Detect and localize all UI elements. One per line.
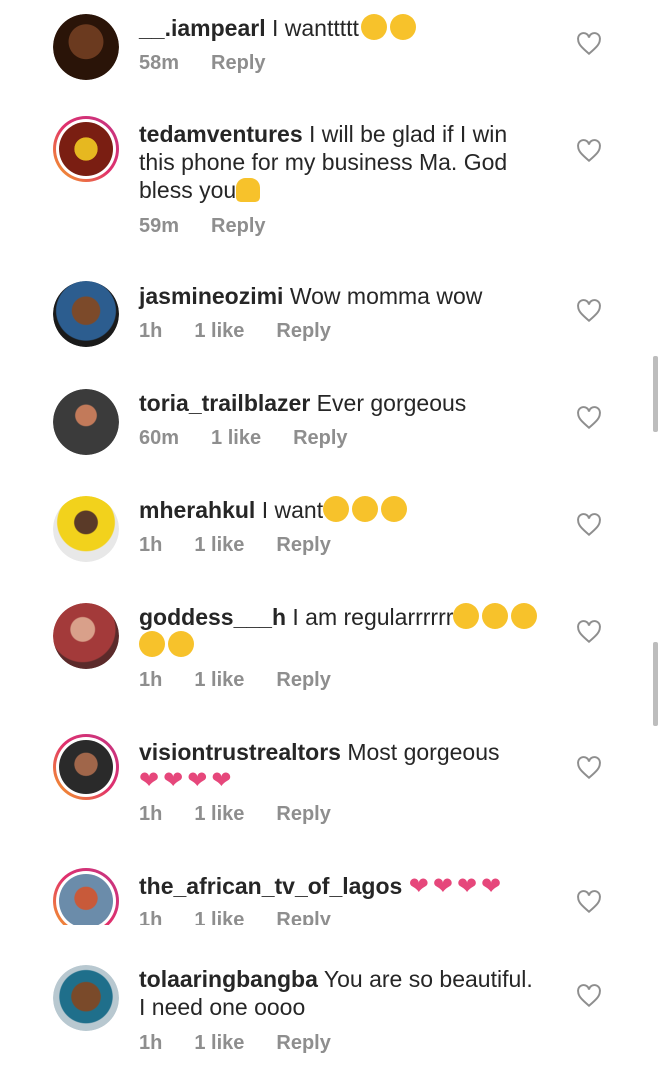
- comment-username[interactable]: tolaaringbangba: [139, 966, 318, 992]
- avatar[interactable]: [53, 965, 119, 1031]
- comment-username[interactable]: the_african_tv_of_lagos: [139, 873, 402, 899]
- comment-time: 1h: [139, 909, 163, 925]
- likes-count[interactable]: 1 like: [194, 1032, 244, 1054]
- scrollbar-thumb[interactable]: [653, 356, 658, 432]
- pink-heart-emoji: ❤: [432, 873, 453, 900]
- comment-text: the_african_tv_of_lagos ❤ ❤ ❤ ❤: [139, 872, 559, 901]
- reply-button[interactable]: Reply: [276, 1032, 330, 1054]
- scrollbar-thumb[interactable]: [653, 642, 658, 726]
- comment-text: tolaaringbangba You are so beautiful. I …: [139, 965, 544, 1021]
- heart-outline-icon[interactable]: [576, 984, 602, 1008]
- likes-count[interactable]: 1 like: [194, 909, 244, 925]
- comment-meta: 1h 1 like Reply: [139, 1032, 363, 1055]
- pink-heart-emoji: ❤: [481, 873, 502, 900]
- comment-time: 1h: [139, 1032, 163, 1054]
- avatar[interactable]: [53, 868, 119, 925]
- pink-heart-emoji: ❤: [408, 873, 429, 900]
- heart-outline-icon[interactable]: [576, 890, 602, 914]
- reply-button[interactable]: Reply: [276, 909, 330, 925]
- comment-item: the_african_tv_of_lagos ❤ ❤ ❤ ❤ 1h 1 like Rep…: [0, 0, 664, 925]
- pink-heart-emoji: ❤: [456, 873, 478, 900]
- comment-meta: 1h 1 like Reply: [139, 909, 363, 925]
